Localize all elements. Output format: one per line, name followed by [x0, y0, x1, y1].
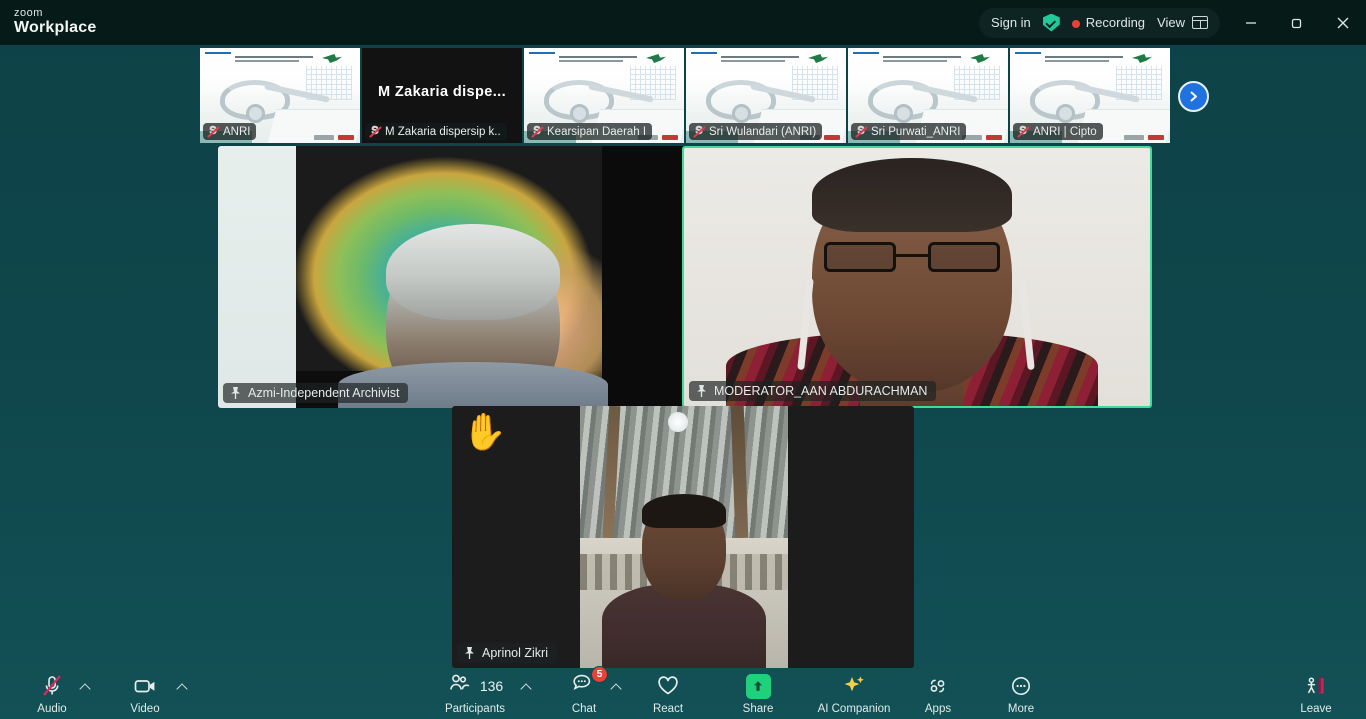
muted-mic-icon: 𝐒	[207, 125, 220, 138]
tile-name-label: Aprinol Zikri	[457, 643, 557, 663]
share-label: Share	[742, 703, 774, 715]
more-dots-icon	[1008, 673, 1034, 699]
apps-label: Apps	[924, 703, 952, 715]
minimize-button[interactable]	[1228, 0, 1274, 45]
participants-icon	[447, 672, 473, 701]
pin-icon	[463, 646, 476, 660]
tile-name: Azmi-Independent Archivist	[248, 386, 400, 400]
recording-indicator[interactable]: Recording	[1071, 15, 1146, 30]
tile-name: Aprinol Zikri	[482, 646, 548, 660]
thumbnail-name-label: 𝐒 Kearsipan Daerah I	[527, 123, 653, 140]
react-label: React	[652, 703, 684, 715]
microphone-muted-icon	[39, 673, 65, 699]
audio-options-chevron-up-icon[interactable]	[80, 681, 92, 693]
participants-count: 136	[479, 678, 504, 694]
video-feed	[218, 146, 688, 408]
participants-button[interactable]: 136 Participants	[440, 663, 510, 715]
share-button[interactable]: Share	[730, 663, 786, 715]
audio-label: Audio	[37, 703, 67, 715]
participants-options-chevron-up-icon[interactable]	[521, 681, 533, 693]
shield-check-icon[interactable]	[1042, 13, 1060, 32]
thumbnail-name-label: 𝐒 Sri Wulandari (ANRI)	[689, 123, 823, 140]
filmstrip-next-button[interactable]	[1178, 81, 1209, 112]
filmstrip-thumbnail[interactable]: 𝐒 Sri Wulandari (ANRI)	[686, 48, 846, 143]
apps-icon	[925, 673, 951, 699]
thumbnail-name: ANRI	[223, 125, 251, 138]
muted-mic-icon: 𝐒	[693, 125, 706, 138]
thumbnail-name-label: 𝐒 Sri Purwati_ANRI	[851, 123, 967, 140]
thumbnail-name: Kearsipan Daerah I	[547, 125, 647, 138]
muted-mic-icon: 𝐒	[369, 125, 382, 138]
leave-button[interactable]: Leave	[1288, 663, 1344, 715]
grid-layout-icon	[1192, 16, 1208, 29]
pin-icon	[695, 384, 708, 398]
video-feed	[684, 148, 1150, 406]
view-button[interactable]: View	[1157, 15, 1208, 30]
tile-name: MODERATOR_AAN ABDURACHMAN	[714, 384, 928, 398]
chat-button[interactable]: 5 Chat	[556, 663, 612, 715]
ai-companion-label: AI Companion	[817, 703, 891, 715]
react-button[interactable]: React	[640, 663, 696, 715]
raised-hand-icon: ✋	[462, 411, 507, 452]
tile-name-label: MODERATOR_AAN ABDURACHMAN	[689, 381, 937, 401]
thumbnail-name: ANRI | Cipto	[1033, 125, 1097, 138]
sign-in-button[interactable]: Sign in	[991, 15, 1031, 30]
camera-icon	[132, 673, 158, 699]
leave-door-icon	[1303, 673, 1329, 699]
filmstrip-thumbnail[interactable]: 𝐒 Kearsipan Daerah I	[524, 48, 684, 143]
thumbnail-big-text: M Zakaria dispe...	[377, 84, 507, 100]
share-screen-icon	[745, 673, 771, 699]
chat-bubble-icon: 5	[571, 665, 608, 701]
thumbnail-name: Sri Purwati_ANRI	[871, 125, 961, 138]
more-label: More	[1007, 703, 1035, 715]
participant-filmstrip[interactable]: 𝐒 ANRI M Zakaria dispe... 𝐒 M Zakaria di…	[200, 48, 1170, 143]
zoom-meeting-window: zoom Workplace Sign in Recording View AN…	[0, 0, 1366, 719]
video-options-chevron-up-icon[interactable]	[177, 681, 189, 693]
meeting-toolbar: Audio Video 136 Participants 5 Chat Reac…	[0, 663, 1366, 719]
maximize-button[interactable]	[1274, 0, 1320, 45]
more-button[interactable]: More	[993, 663, 1049, 715]
ai-companion-button[interactable]: AI Companion	[806, 663, 902, 715]
chevron-right-icon	[1190, 91, 1197, 102]
title-bar: zoom Workplace Sign in Recording View	[0, 0, 1366, 45]
meeting-status-pill: Sign in Recording View	[979, 7, 1220, 38]
recording-label: Recording	[1085, 15, 1146, 30]
participants-label: Participants	[444, 703, 506, 715]
title-bar-right: Sign in Recording View	[979, 0, 1366, 45]
chat-unread-badge: 5	[591, 665, 608, 683]
thumbnail-name: M Zakaria dispersip k..	[385, 125, 501, 138]
chat-label: Chat	[571, 703, 597, 715]
sparkle-icon	[840, 673, 868, 699]
video-button[interactable]: Video	[115, 663, 175, 715]
video-label: Video	[130, 703, 160, 715]
leave-label: Leave	[1300, 703, 1332, 715]
view-label: View	[1157, 15, 1185, 30]
thumbnail-name-label: 𝐒 ANRI	[203, 123, 257, 140]
heart-icon	[655, 673, 681, 699]
brand-workplace: Workplace	[14, 18, 97, 36]
filmstrip-thumbnail[interactable]: 𝐒 Sri Purwati_ANRI	[848, 48, 1008, 143]
video-tile-moderator[interactable]: MODERATOR_AAN ABDURACHMAN	[682, 146, 1152, 408]
filmstrip-thumbnail[interactable]: 𝐒 ANRI	[200, 48, 360, 143]
muted-mic-icon: 𝐒	[531, 125, 544, 138]
video-tile-azmi[interactable]: Azmi-Independent Archivist	[218, 146, 688, 408]
filmstrip-thumbnail[interactable]: M Zakaria dispe... 𝐒 M Zakaria dispersip…	[362, 48, 522, 143]
muted-mic-icon: 𝐒	[855, 125, 868, 138]
video-tile-aprinol[interactable]: ✋ Aprinol Zikri	[452, 406, 914, 668]
tile-name-label: Azmi-Independent Archivist	[223, 383, 409, 403]
thumbnail-name-label: 𝐒 M Zakaria dispersip k..	[365, 123, 507, 140]
video-feed	[580, 406, 788, 668]
pin-icon	[229, 386, 242, 400]
zoom-logo: zoom Workplace	[14, 8, 96, 36]
recording-dot-icon	[1071, 19, 1080, 28]
apps-button[interactable]: Apps	[910, 663, 966, 715]
close-button[interactable]	[1320, 0, 1366, 45]
thumbnail-name-label: 𝐒 ANRI | Cipto	[1013, 123, 1103, 140]
filmstrip-thumbnail[interactable]: 𝐒 ANRI | Cipto	[1010, 48, 1170, 143]
chat-options-chevron-up-icon[interactable]	[611, 681, 623, 693]
thumbnail-name: Sri Wulandari (ANRI)	[709, 125, 817, 138]
audio-button[interactable]: Audio	[22, 663, 82, 715]
muted-mic-icon: 𝐒	[1017, 125, 1030, 138]
